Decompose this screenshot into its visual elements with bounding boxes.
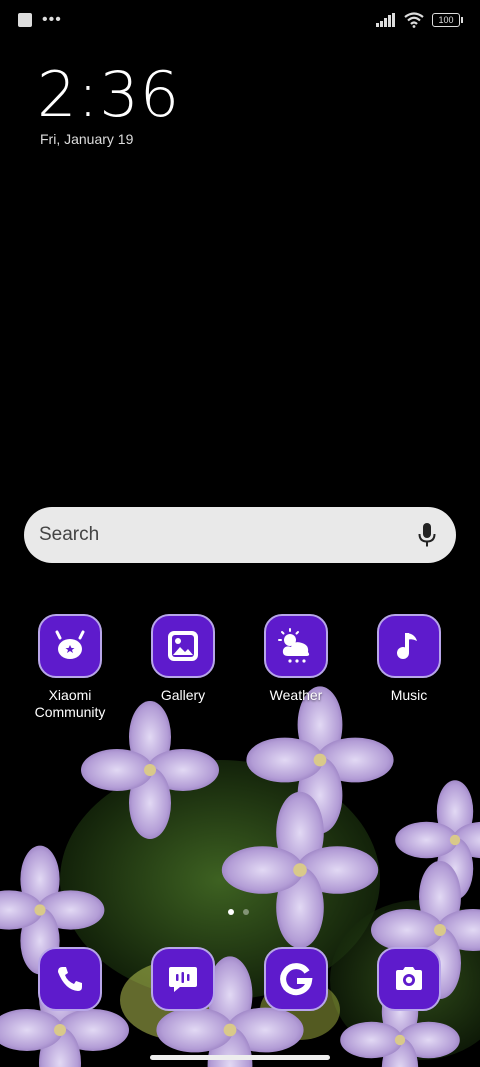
app-music[interactable]: Music <box>359 614 459 704</box>
dock-google[interactable] <box>246 947 346 1011</box>
battery-icon: 100 <box>432 13 463 27</box>
app-xiaomi-community[interactable]: Xiaomi Community <box>20 614 120 721</box>
google-icon[interactable] <box>264 947 328 1011</box>
app-label: Gallery <box>160 687 206 703</box>
microphone-icon[interactable] <box>412 520 442 550</box>
messages-icon[interactable] <box>151 947 215 1011</box>
clock-widget[interactable]: 2:36 <box>37 58 180 131</box>
phone-icon[interactable] <box>38 947 102 1011</box>
page-dot-active[interactable] <box>228 909 234 915</box>
notification-icon <box>18 13 32 27</box>
camera-icon[interactable] <box>377 947 441 1011</box>
search-input[interactable]: Search <box>39 524 412 546</box>
app-gallery[interactable]: Gallery <box>133 614 233 704</box>
dock-messages[interactable] <box>133 947 233 1011</box>
date-label[interactable]: Fri, January 19 <box>40 131 133 147</box>
xiaomi-community-icon[interactable] <box>38 614 102 678</box>
page-indicator[interactable] <box>228 909 249 915</box>
app-label: Music <box>390 687 428 703</box>
wifi-icon <box>404 12 424 28</box>
app-weather[interactable]: Weather <box>246 614 346 704</box>
gesture-navigation-bar[interactable] <box>150 1055 330 1060</box>
signal-icon <box>376 13 395 27</box>
search-bar[interactable]: Search <box>24 507 456 563</box>
page-dot[interactable] <box>243 909 249 915</box>
dock-phone[interactable] <box>20 947 120 1011</box>
music-icon[interactable] <box>377 614 441 678</box>
dock-camera[interactable] <box>359 947 459 1011</box>
more-notifications-icon: ••• <box>42 11 62 28</box>
weather-icon[interactable] <box>264 614 328 678</box>
app-label: Weather <box>269 687 323 703</box>
gallery-icon[interactable] <box>151 614 215 678</box>
app-label: Xiaomi Community <box>34 687 106 720</box>
status-bar: ••• 100 <box>0 0 480 42</box>
